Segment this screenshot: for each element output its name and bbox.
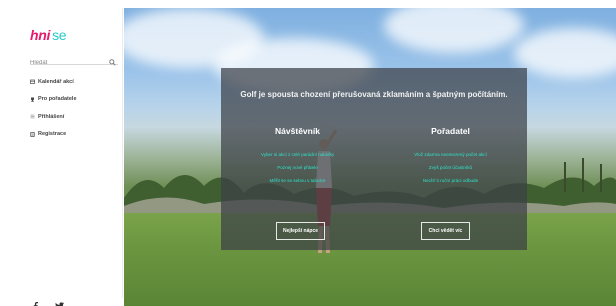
logo-part-1: hni xyxy=(30,27,51,43)
hero-overlay-panel: Golf je spousta chození přerušovaná zkla… xyxy=(221,68,527,250)
social-links xyxy=(32,297,64,306)
organizer-column: Pořadatel Vlož zdarma neomezený počet ak… xyxy=(374,126,527,191)
search-icon[interactable] xyxy=(109,53,116,66)
visitor-column: Návštěvník Vyber si akci z celé parádní … xyxy=(221,126,374,191)
visitor-title: Návštěvník xyxy=(275,126,320,136)
search-box xyxy=(30,51,118,69)
logo[interactable]: hni se xyxy=(30,27,67,43)
login-icon xyxy=(30,114,35,119)
visitor-cta-button[interactable]: Nejlepší nápce xyxy=(276,222,325,240)
organizer-links: Vlož zdarma neomezený počet akcí Zvyš po… xyxy=(374,152,527,184)
visitor-link[interactable]: Poznej nové přátele xyxy=(221,165,374,171)
trophy-icon xyxy=(30,97,35,102)
registration-icon xyxy=(30,131,35,137)
sidebar-item-organizers[interactable]: Pro pořadatele xyxy=(30,95,77,104)
visitor-links: Vyber si akci z celé parádní nabídky Poz… xyxy=(221,152,374,184)
sidebar-item-label: Pro pořadatele xyxy=(38,96,77,102)
twitter-icon[interactable] xyxy=(55,297,64,306)
sidebar-item-registration[interactable]: Registrace xyxy=(30,130,77,139)
organizer-link[interactable]: Vlož zdarma neomezený počet akcí xyxy=(374,152,527,158)
organizer-link[interactable]: Zvyš počet účastníků xyxy=(374,165,527,171)
sidebar-item-label: Registrace xyxy=(38,131,67,137)
sky-cloud xyxy=(384,8,524,53)
visitor-link[interactable]: Měřit se se sebou v tabulce xyxy=(221,178,374,184)
organizer-cta-button[interactable]: Chci vědět víc xyxy=(421,222,470,240)
hero-section: Golf je spousta chození přerušovaná zkla… xyxy=(124,8,616,306)
organizer-title: Pořadatel xyxy=(431,126,470,136)
sky-cloud xyxy=(514,28,616,78)
logo-part-2: se xyxy=(52,27,67,43)
sidebar-item-label: Kalendář akcí xyxy=(38,78,74,85)
organizer-link[interactable]: Nechť ti ruční práci odbude xyxy=(374,178,527,184)
calendar-icon xyxy=(30,79,35,84)
sidebar-item-label: Přihlášení xyxy=(38,113,65,120)
sidebar-menu: Kalendář akcí Pro pořadatele Přihlášení … xyxy=(30,77,77,147)
visitor-link[interactable]: Vyber si akci z celé parádní nabídky xyxy=(221,152,374,158)
hero-headline: Golf je spousta chození přerušovaná zkla… xyxy=(240,90,508,99)
page: hnise Kalendář akcí Pro pořadatele xyxy=(0,0,616,306)
sidebar: hnise Kalendář akcí Pro pořadatele xyxy=(8,8,123,306)
sidebar-item-login[interactable]: Přihlášení xyxy=(30,112,77,121)
sidebar-item-calendar[interactable]: Kalendář akcí xyxy=(30,77,77,86)
search-input[interactable] xyxy=(30,57,106,69)
facebook-icon[interactable] xyxy=(32,297,40,306)
